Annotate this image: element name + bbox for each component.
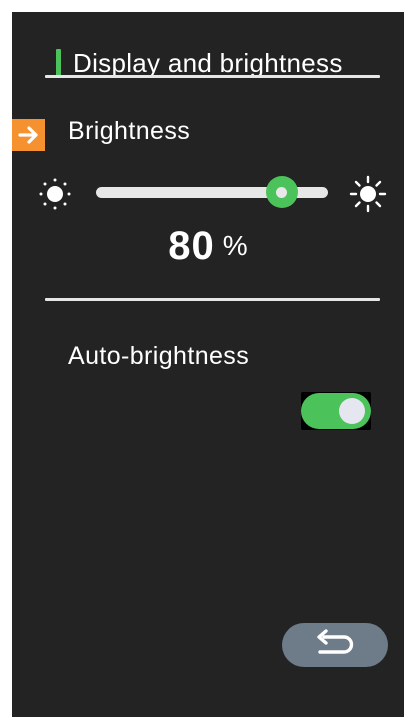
brightness-value-unit: %: [222, 230, 248, 261]
auto-brightness-label: Auto-brightness: [68, 342, 250, 370]
page-title: Display and brightness: [73, 47, 343, 78]
slider-thumb[interactable]: [265, 176, 298, 208]
section-divider: [45, 298, 380, 301]
return-arrow-icon: [312, 628, 358, 663]
title-accent-bar: [56, 49, 61, 77]
sun-bright-icon: [348, 174, 388, 219]
toggle-knob: [339, 398, 365, 424]
back-button[interactable]: [282, 623, 388, 667]
brightness-slider[interactable]: [96, 176, 328, 208]
brightness-label: Brightness: [68, 117, 191, 145]
header-divider: [45, 75, 380, 78]
settings-screen: Display and brightness Brightness 80 % A…: [12, 12, 404, 717]
sun-dim-icon: [37, 176, 73, 217]
focus-arrow-icon: [12, 119, 45, 151]
brightness-value: 80%: [12, 224, 404, 269]
slider-thumb-dot: [276, 186, 288, 198]
auto-brightness-toggle[interactable]: [301, 392, 371, 430]
toggle-track: [301, 393, 371, 429]
brightness-value-number: 80: [168, 224, 215, 268]
